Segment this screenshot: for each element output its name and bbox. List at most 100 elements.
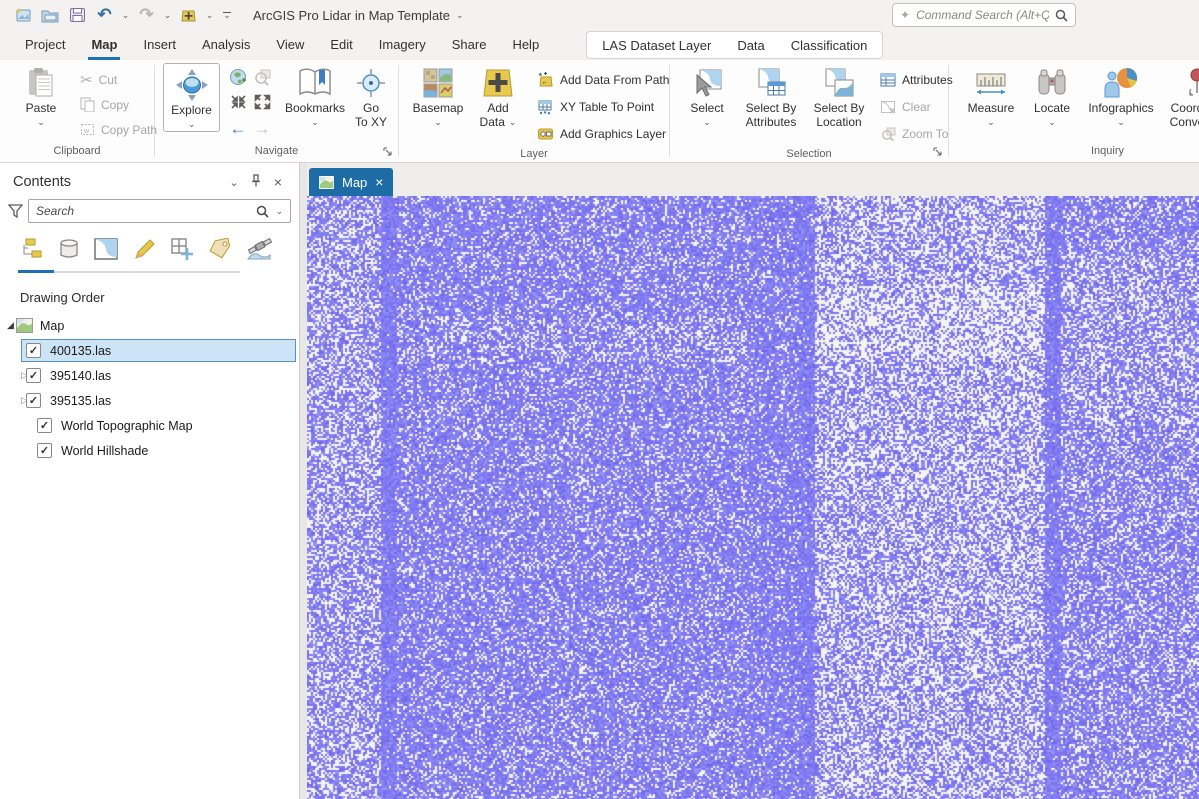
locate-label: Locate xyxy=(1033,101,1071,115)
basemap-button[interactable]: Basemap ⌄ xyxy=(413,62,463,127)
measure-button[interactable]: Measure ⌄ xyxy=(961,62,1021,127)
bookmarks-dropdown: ⌄ xyxy=(311,117,319,127)
undo-button[interactable]: ↶ xyxy=(91,3,118,27)
copy-button[interactable]: Copy xyxy=(76,92,161,117)
close-panel-icon[interactable]: × xyxy=(267,174,289,190)
attributes-button[interactable]: Attributes xyxy=(876,67,957,92)
add-data-quick-dropdown[interactable]: ⌄ xyxy=(202,10,217,21)
expander-collapsed-icon[interactable]: ▷ xyxy=(0,370,28,381)
map-document-tab[interactable]: Map × xyxy=(309,168,394,196)
map-canvas-lidar-point-cloud[interactable] xyxy=(307,196,1199,799)
fixed-zoom-out-button[interactable] xyxy=(254,94,271,113)
go-to-xy-button[interactable]: Go To XY xyxy=(348,62,394,129)
expander-collapsed-icon[interactable]: ▷ xyxy=(0,395,28,406)
list-by-selection-icon[interactable] xyxy=(94,238,118,263)
redo-dropdown[interactable]: ⌄ xyxy=(160,10,175,21)
layer-checkbox[interactable]: ✓ xyxy=(26,393,41,408)
infographics-button[interactable]: Infographics ⌄ xyxy=(1083,62,1159,127)
locate-button[interactable]: Locate ⌄ xyxy=(1027,62,1077,127)
bookmarks-label: Bookmarks xyxy=(284,101,346,115)
search-options-icon[interactable]: ⌄ xyxy=(275,206,283,217)
previous-extent-button[interactable]: ← xyxy=(230,119,247,139)
title-dropdown[interactable]: ⌄ xyxy=(456,10,464,21)
list-by-editing-icon[interactable] xyxy=(132,238,156,263)
close-map-tab-icon[interactable]: × xyxy=(375,175,383,189)
cut-button[interactable]: ✂ Cut xyxy=(76,67,161,92)
undo-dropdown[interactable]: ⌄ xyxy=(118,10,133,21)
layer-row-400135[interactable]: ▷ ✓ 400135.las xyxy=(0,338,299,363)
new-project-button[interactable] xyxy=(10,3,37,27)
expander-collapsed-icon[interactable]: ▷ xyxy=(0,345,28,356)
open-project-button[interactable] xyxy=(37,3,64,27)
select-by-attributes-button[interactable]: Select By Attributes xyxy=(740,62,802,129)
tab-data[interactable]: Data xyxy=(724,38,777,53)
add-graphics-layer-button[interactable]: Add Graphics Layer xyxy=(533,121,673,146)
explore-button[interactable]: Explore ⌄ xyxy=(163,63,220,132)
list-by-labeling-icon[interactable] xyxy=(208,237,232,263)
redo-button[interactable]: ↷ xyxy=(133,3,160,27)
add-data-button[interactable]: Add Data ⌄ xyxy=(473,62,523,129)
xy-table-to-point-button[interactable]: XY Table To Point xyxy=(533,94,673,119)
command-search-input[interactable] xyxy=(916,8,1049,22)
tab-map[interactable]: Map xyxy=(78,30,130,60)
tab-las-dataset-layer[interactable]: LAS Dataset Layer xyxy=(589,38,724,53)
tree-item-map[interactable]: ◢ Map xyxy=(0,313,299,338)
panel-menu-icon[interactable]: ⌄ xyxy=(223,176,245,189)
contents-search-input[interactable] xyxy=(36,204,251,218)
layer-row-395140[interactable]: ▷ ✓ 395140.las xyxy=(0,363,299,388)
layer-label: 395140.las xyxy=(50,368,112,383)
tab-insert[interactable]: Insert xyxy=(130,30,189,60)
zoom-to-selection-button[interactable] xyxy=(253,68,272,90)
filter-icon[interactable] xyxy=(4,204,26,218)
tab-view[interactable]: View xyxy=(263,30,317,60)
selection-launcher-icon[interactable] xyxy=(932,146,945,159)
layer-checkbox[interactable]: ✓ xyxy=(37,418,52,433)
map-tab-icon xyxy=(319,175,334,189)
add-data-from-path-button[interactable]: ⌐ Add Data From Path xyxy=(533,67,673,92)
tab-classification[interactable]: Classification xyxy=(778,38,881,53)
add-data-label-2: Data xyxy=(479,115,505,129)
layer-row-world-hillshade[interactable]: ✓ World Hillshade xyxy=(0,438,299,463)
layer-checkbox[interactable]: ✓ xyxy=(37,443,52,458)
full-extent-button[interactable] xyxy=(229,68,248,90)
layer-checkbox[interactable]: ✓ xyxy=(26,343,41,358)
pin-icon[interactable] xyxy=(245,174,267,190)
layer-checkbox[interactable]: ✓ xyxy=(26,368,41,383)
layer-row-world-topographic[interactable]: ✓ World Topographic Map xyxy=(0,413,299,438)
zoom-to-button[interactable]: Zoom To xyxy=(876,121,957,146)
tab-share[interactable]: Share xyxy=(439,30,500,60)
list-by-data-source-icon[interactable] xyxy=(58,238,80,263)
expander-open-icon[interactable]: ◢ xyxy=(0,320,16,331)
coordinate-conversion-button[interactable]: Coordinate Conversion xyxy=(1165,62,1199,129)
tab-help[interactable]: Help xyxy=(499,30,552,60)
save-project-button[interactable] xyxy=(64,3,91,27)
command-search[interactable]: ✦ xyxy=(892,3,1076,27)
coordinate-conversion-icon xyxy=(1189,68,1199,96)
paste-button[interactable]: Paste ⌄ xyxy=(16,62,66,127)
layer-row-395135[interactable]: ▷ ✓ 395135.las xyxy=(0,388,299,413)
tab-analysis[interactable]: Analysis xyxy=(189,30,263,60)
tab-project[interactable]: Project xyxy=(12,30,78,60)
list-by-snapping-icon[interactable] xyxy=(170,237,194,264)
open-project-icon xyxy=(41,10,59,22)
select-icon xyxy=(696,69,722,97)
locate-icon xyxy=(1038,69,1066,95)
fixed-zoom-in-button[interactable] xyxy=(230,94,247,113)
list-by-perspective-icon[interactable] xyxy=(246,237,273,263)
copy-path-button[interactable]: w Copy Path xyxy=(76,117,161,142)
clear-button[interactable]: Clear xyxy=(876,94,957,119)
tab-imagery[interactable]: Imagery xyxy=(366,30,439,60)
layer-label: 400135.las xyxy=(50,343,112,358)
add-data-quick-button[interactable] xyxy=(175,3,202,27)
layer-row-selected-box[interactable]: ✓ 400135.las xyxy=(21,339,296,362)
bookmarks-button[interactable]: Bookmarks ⌄ xyxy=(282,62,348,127)
customize-qat-button[interactable]: ⌄ xyxy=(217,10,237,20)
next-extent-button[interactable]: → xyxy=(254,119,271,139)
full-extent-icon xyxy=(229,68,246,85)
panel-divider[interactable] xyxy=(300,163,307,799)
navigate-launcher-icon[interactable] xyxy=(382,146,395,159)
tab-edit[interactable]: Edit xyxy=(317,30,365,60)
select-button[interactable]: Select ⌄ xyxy=(682,62,732,127)
list-by-drawing-order-icon[interactable] xyxy=(20,238,44,263)
select-by-location-button[interactable]: Select By Location xyxy=(810,62,868,129)
